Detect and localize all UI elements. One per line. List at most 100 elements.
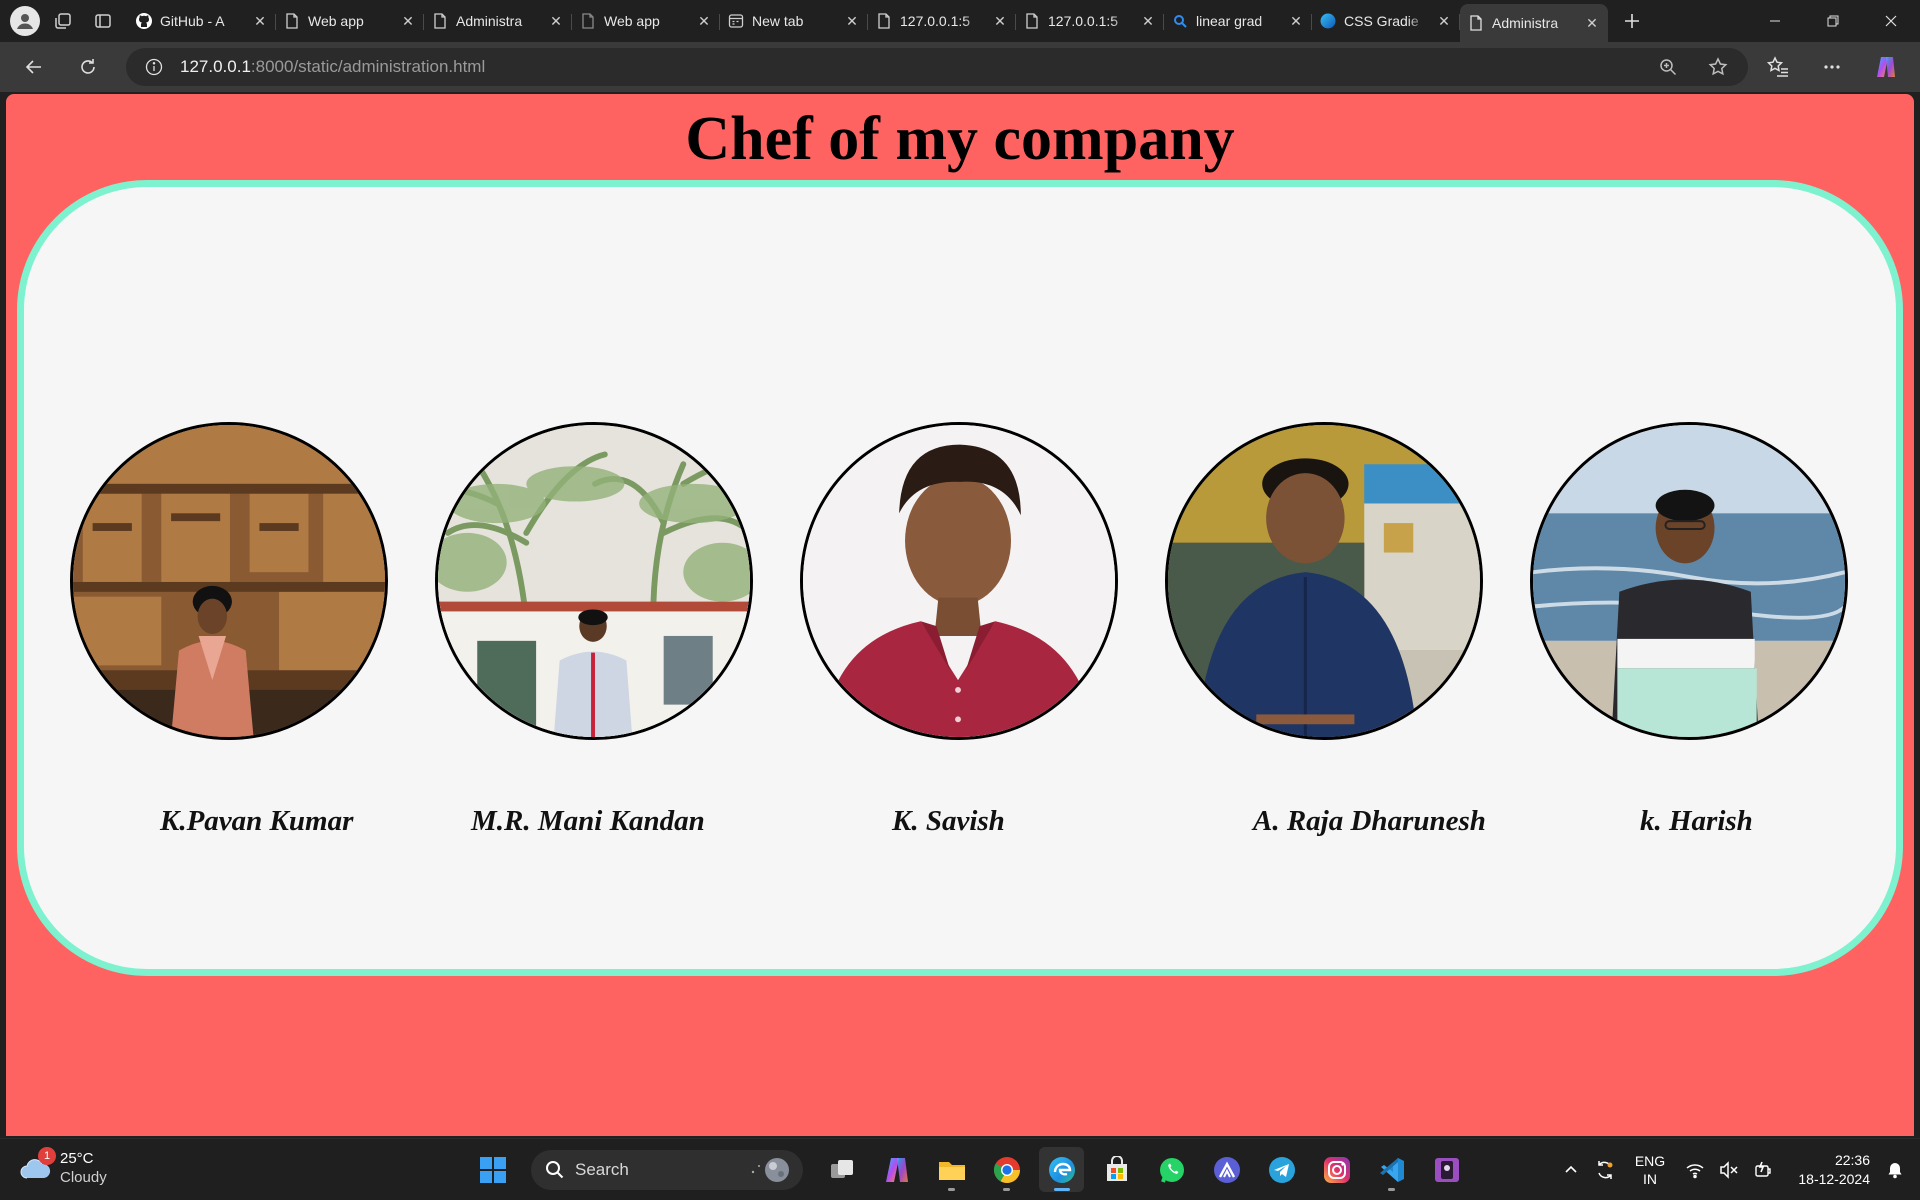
refresh-button[interactable]: [68, 47, 108, 87]
close-tab-icon[interactable]: ✕: [548, 13, 564, 29]
page-icon: [580, 13, 596, 29]
tab-localhost-2[interactable]: 127.0.0.1:5 ✕: [1015, 4, 1164, 38]
url-text[interactable]: 127.0.0.1:8000/static/administration.htm…: [180, 57, 485, 77]
weather-widget[interactable]: 1 25°C Cloudy: [18, 1147, 107, 1187]
chrome-app[interactable]: [984, 1147, 1029, 1192]
restore-icon: [1827, 15, 1839, 27]
close-tab-icon[interactable]: ✕: [1436, 13, 1452, 29]
tab-label: 127.0.0.1:5: [1048, 13, 1119, 29]
person-name: M.R. Mani Kandan: [471, 805, 705, 837]
person-card: K.Pavan Kumar: [70, 422, 388, 837]
person-name: k. Harish: [1640, 805, 1753, 837]
notifications-button[interactable]: [1878, 1150, 1912, 1190]
folder-icon: [938, 1161, 965, 1180]
page-icon: [1024, 13, 1040, 29]
task-view-button[interactable]: [819, 1147, 864, 1192]
close-tab-icon[interactable]: ✕: [400, 13, 416, 29]
back-arrow-icon: [25, 60, 41, 74]
running-indicator: [948, 1188, 955, 1191]
clock[interactable]: 22:36 18-12-2024: [1780, 1151, 1870, 1189]
tab-administration[interactable]: Administra ✕: [423, 4, 572, 38]
store-app[interactable]: [1094, 1147, 1139, 1192]
person-card: A. Raja Dharunesh: [1165, 422, 1486, 837]
favorites-button[interactable]: [1758, 47, 1798, 87]
person-card: M.R. Mani Kandan: [435, 422, 753, 837]
volume-button[interactable]: [1712, 1150, 1746, 1190]
close-tab-icon[interactable]: ✕: [844, 13, 860, 29]
workspaces-button[interactable]: [46, 4, 80, 38]
store-icon: [1106, 1155, 1127, 1181]
media-app[interactable]: [1424, 1147, 1469, 1192]
tab-github[interactable]: GitHub - A ✕: [128, 4, 276, 38]
favorites-list-icon: [1767, 56, 1788, 77]
tab-localhost-1[interactable]: 127.0.0.1:5 ✕: [867, 4, 1016, 38]
window-controls: [1746, 0, 1920, 42]
profile-button[interactable]: [10, 6, 40, 36]
close-tab-icon[interactable]: ✕: [992, 13, 1008, 29]
language-indicator[interactable]: ENG IN: [1622, 1152, 1678, 1188]
workspaces-icon: [55, 13, 71, 29]
tab-css-gradient[interactable]: CSS Gradie ✕: [1311, 4, 1460, 38]
url-host: 127.0.0.1: [180, 57, 251, 76]
sync-button[interactable]: [1588, 1150, 1622, 1190]
tab-label: GitHub - A: [160, 13, 225, 29]
zoom-button[interactable]: [1648, 47, 1688, 87]
vscode-icon: [1379, 1157, 1404, 1182]
page-icon: [1468, 15, 1484, 31]
tab-web-app[interactable]: Web app ✕: [275, 4, 424, 38]
close-window-button[interactable]: [1862, 0, 1920, 42]
start-button[interactable]: [470, 1147, 515, 1192]
tab-actions-button[interactable]: [86, 4, 120, 38]
site-info-button[interactable]: [134, 48, 174, 86]
address-bar[interactable]: 127.0.0.1:8000/static/administration.htm…: [126, 48, 1748, 86]
close-tab-icon[interactable]: ✕: [696, 13, 712, 29]
tab-label: 127.0.0.1:5: [900, 13, 971, 29]
tab-label: Administra: [1492, 15, 1559, 31]
restore-button[interactable]: [1804, 0, 1862, 42]
instagram-icon: [1323, 1156, 1350, 1183]
sync-icon: [1598, 1161, 1613, 1179]
person-name: K.Pavan Kumar: [160, 805, 354, 837]
close-tab-icon[interactable]: ✕: [1140, 13, 1156, 29]
close-tab-icon[interactable]: ✕: [252, 13, 268, 29]
info-icon: [145, 58, 163, 76]
edge-app[interactable]: [1039, 1147, 1084, 1192]
copilot-icon: [885, 1157, 908, 1182]
battery-button[interactable]: [1746, 1150, 1780, 1190]
star-icon: [1708, 57, 1728, 76]
tab-linear-gradient-search[interactable]: linear grad ✕: [1163, 4, 1312, 38]
wifi-button[interactable]: [1678, 1150, 1712, 1190]
file-explorer-app[interactable]: [929, 1147, 974, 1192]
favorite-button[interactable]: [1698, 47, 1738, 87]
close-icon: [1885, 15, 1897, 27]
instagram-app[interactable]: [1314, 1147, 1359, 1192]
newtab-icon: [728, 13, 744, 29]
notification-badge: 1: [38, 1147, 56, 1165]
weather-condition: Cloudy: [60, 1169, 107, 1186]
settings-more-button[interactable]: [1812, 47, 1852, 87]
clock-time: 22:36: [1834, 1152, 1870, 1168]
show-hidden-icons-button[interactable]: [1554, 1150, 1588, 1190]
telegram-app[interactable]: [1259, 1147, 1304, 1192]
taskbar-search[interactable]: Search: [531, 1149, 803, 1190]
vscode-app[interactable]: [1369, 1147, 1414, 1192]
person-photo: [1530, 422, 1848, 740]
bell-icon: [1888, 1163, 1902, 1179]
page-viewport: Chef of my company K.Pavan Kumar M.R. Ma…: [6, 94, 1914, 1136]
tab-web-app-2[interactable]: Web app ✕: [571, 4, 720, 38]
minimize-button[interactable]: [1746, 0, 1804, 42]
tab-administration-active[interactable]: Administra ✕: [1459, 4, 1608, 42]
vpn-app[interactable]: [1204, 1147, 1249, 1192]
chevron-up-icon: [1565, 1165, 1577, 1173]
whatsapp-app[interactable]: [1149, 1147, 1194, 1192]
copilot-app[interactable]: [874, 1147, 919, 1192]
tab-new-tab[interactable]: New tab ✕: [719, 4, 868, 38]
new-tab-button[interactable]: [1616, 5, 1648, 37]
person-card: K. Savish: [800, 422, 1118, 837]
copilot-icon: [1877, 57, 1895, 77]
close-tab-icon[interactable]: ✕: [1288, 13, 1304, 29]
back-button[interactable]: [14, 47, 54, 87]
close-tab-icon[interactable]: ✕: [1584, 15, 1600, 31]
telegram-icon: [1268, 1156, 1295, 1183]
copilot-button[interactable]: [1866, 47, 1906, 87]
